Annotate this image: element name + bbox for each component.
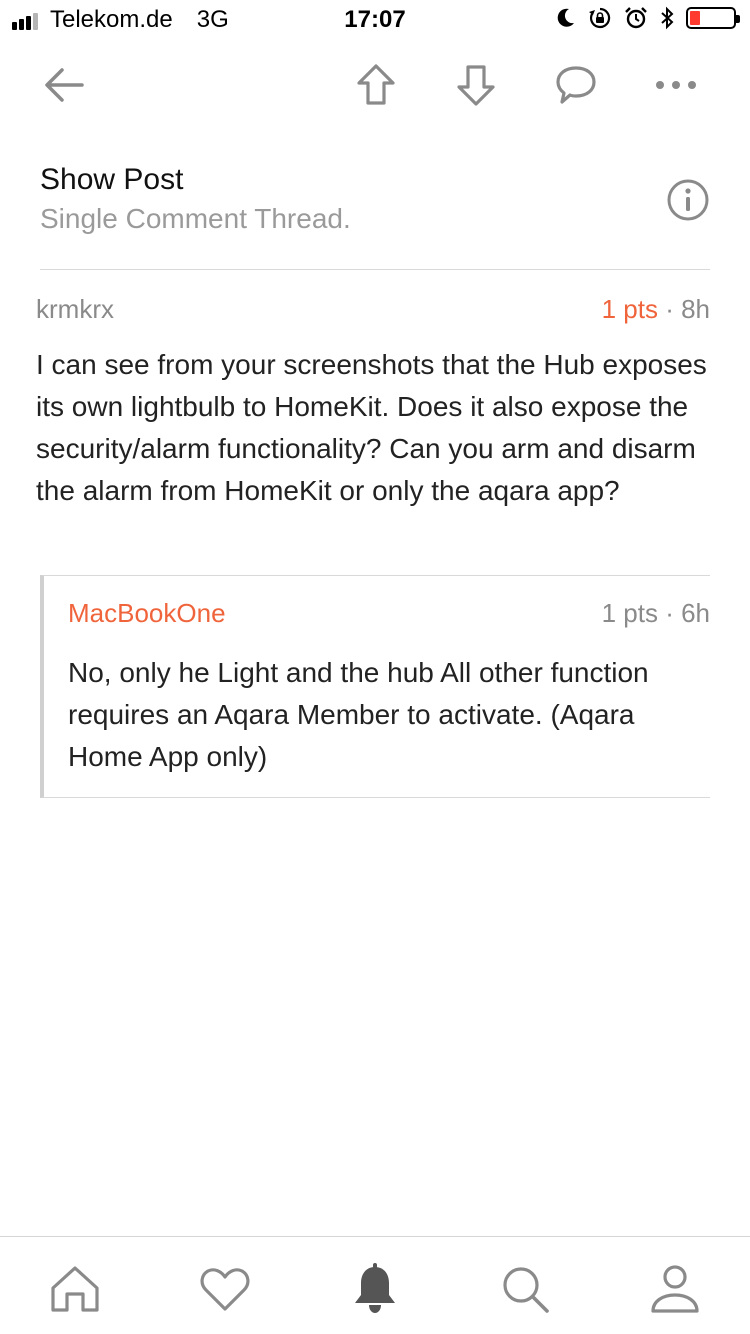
reply-button[interactable] — [546, 60, 606, 110]
upvote-arrow-icon — [357, 64, 395, 105]
tab-notifications[interactable] — [347, 1261, 403, 1317]
page-subtitle: Single Comment Thread. — [40, 203, 351, 234]
moon-icon — [557, 8, 574, 27]
back-button[interactable] — [34, 60, 94, 110]
page-title: Show Post — [40, 163, 184, 196]
downvote-button[interactable] — [446, 60, 506, 110]
reply-age: 6h — [681, 598, 710, 628]
alarm-icon — [625, 7, 647, 29]
reply-comment[interactable]: MacBookOne 1 pts · 6h No, only he Light … — [40, 575, 710, 798]
screen: Telekom.de 3G 17:07 Show Post Single Com… — [0, 0, 750, 1334]
meta-separator: · — [657, 598, 682, 628]
status-bar: Telekom.de 3G 17:07 — [0, 0, 750, 40]
search-icon — [503, 1267, 549, 1313]
comment-bubble-icon — [556, 66, 596, 104]
profile-icon — [651, 1265, 699, 1313]
bell-icon — [355, 1263, 395, 1313]
info-icon — [667, 179, 709, 221]
tab-bar — [0, 1236, 750, 1334]
reply-points: 1 pts — [601, 598, 658, 628]
info-button[interactable] — [666, 178, 710, 222]
home-icon — [51, 1266, 99, 1312]
battery-icon — [686, 7, 740, 29]
comment-age: 8h — [681, 294, 710, 324]
reply-author[interactable]: MacBookOne — [68, 598, 226, 629]
meta-separator: · — [657, 294, 682, 324]
comment-points: 1 pts — [601, 294, 658, 324]
bluetooth-icon — [661, 6, 674, 30]
downvote-arrow-icon — [457, 65, 495, 106]
comment-meta: krmkrx 1 pts · 8h — [36, 290, 710, 330]
tab-search[interactable] — [497, 1261, 553, 1317]
tab-favorites[interactable] — [197, 1261, 253, 1317]
post-header: Show Post Single Comment Thread. — [40, 160, 710, 270]
toolbar — [0, 50, 750, 120]
more-dots-icon — [656, 81, 696, 89]
comment-stats: 1 pts · 8h — [602, 294, 710, 325]
tab-profile[interactable] — [647, 1261, 703, 1317]
comment[interactable]: krmkrx 1 pts · 8h I can see from your sc… — [36, 290, 710, 512]
reply-body: No, only he Light and the hub All other … — [68, 657, 649, 772]
comment-author[interactable]: krmkrx — [36, 294, 114, 325]
back-arrow-icon — [45, 68, 84, 102]
heart-icon — [200, 1268, 250, 1311]
rotation-lock-icon — [589, 7, 611, 29]
comment-body: I can see from your screenshots that the… — [36, 349, 707, 506]
status-right — [556, 6, 740, 30]
upvote-button[interactable] — [346, 60, 406, 110]
reply-stats: 1 pts · 6h — [602, 598, 710, 629]
tab-home[interactable] — [47, 1261, 103, 1317]
reply-meta: MacBookOne 1 pts · 6h — [44, 598, 710, 638]
more-button[interactable] — [646, 60, 706, 110]
